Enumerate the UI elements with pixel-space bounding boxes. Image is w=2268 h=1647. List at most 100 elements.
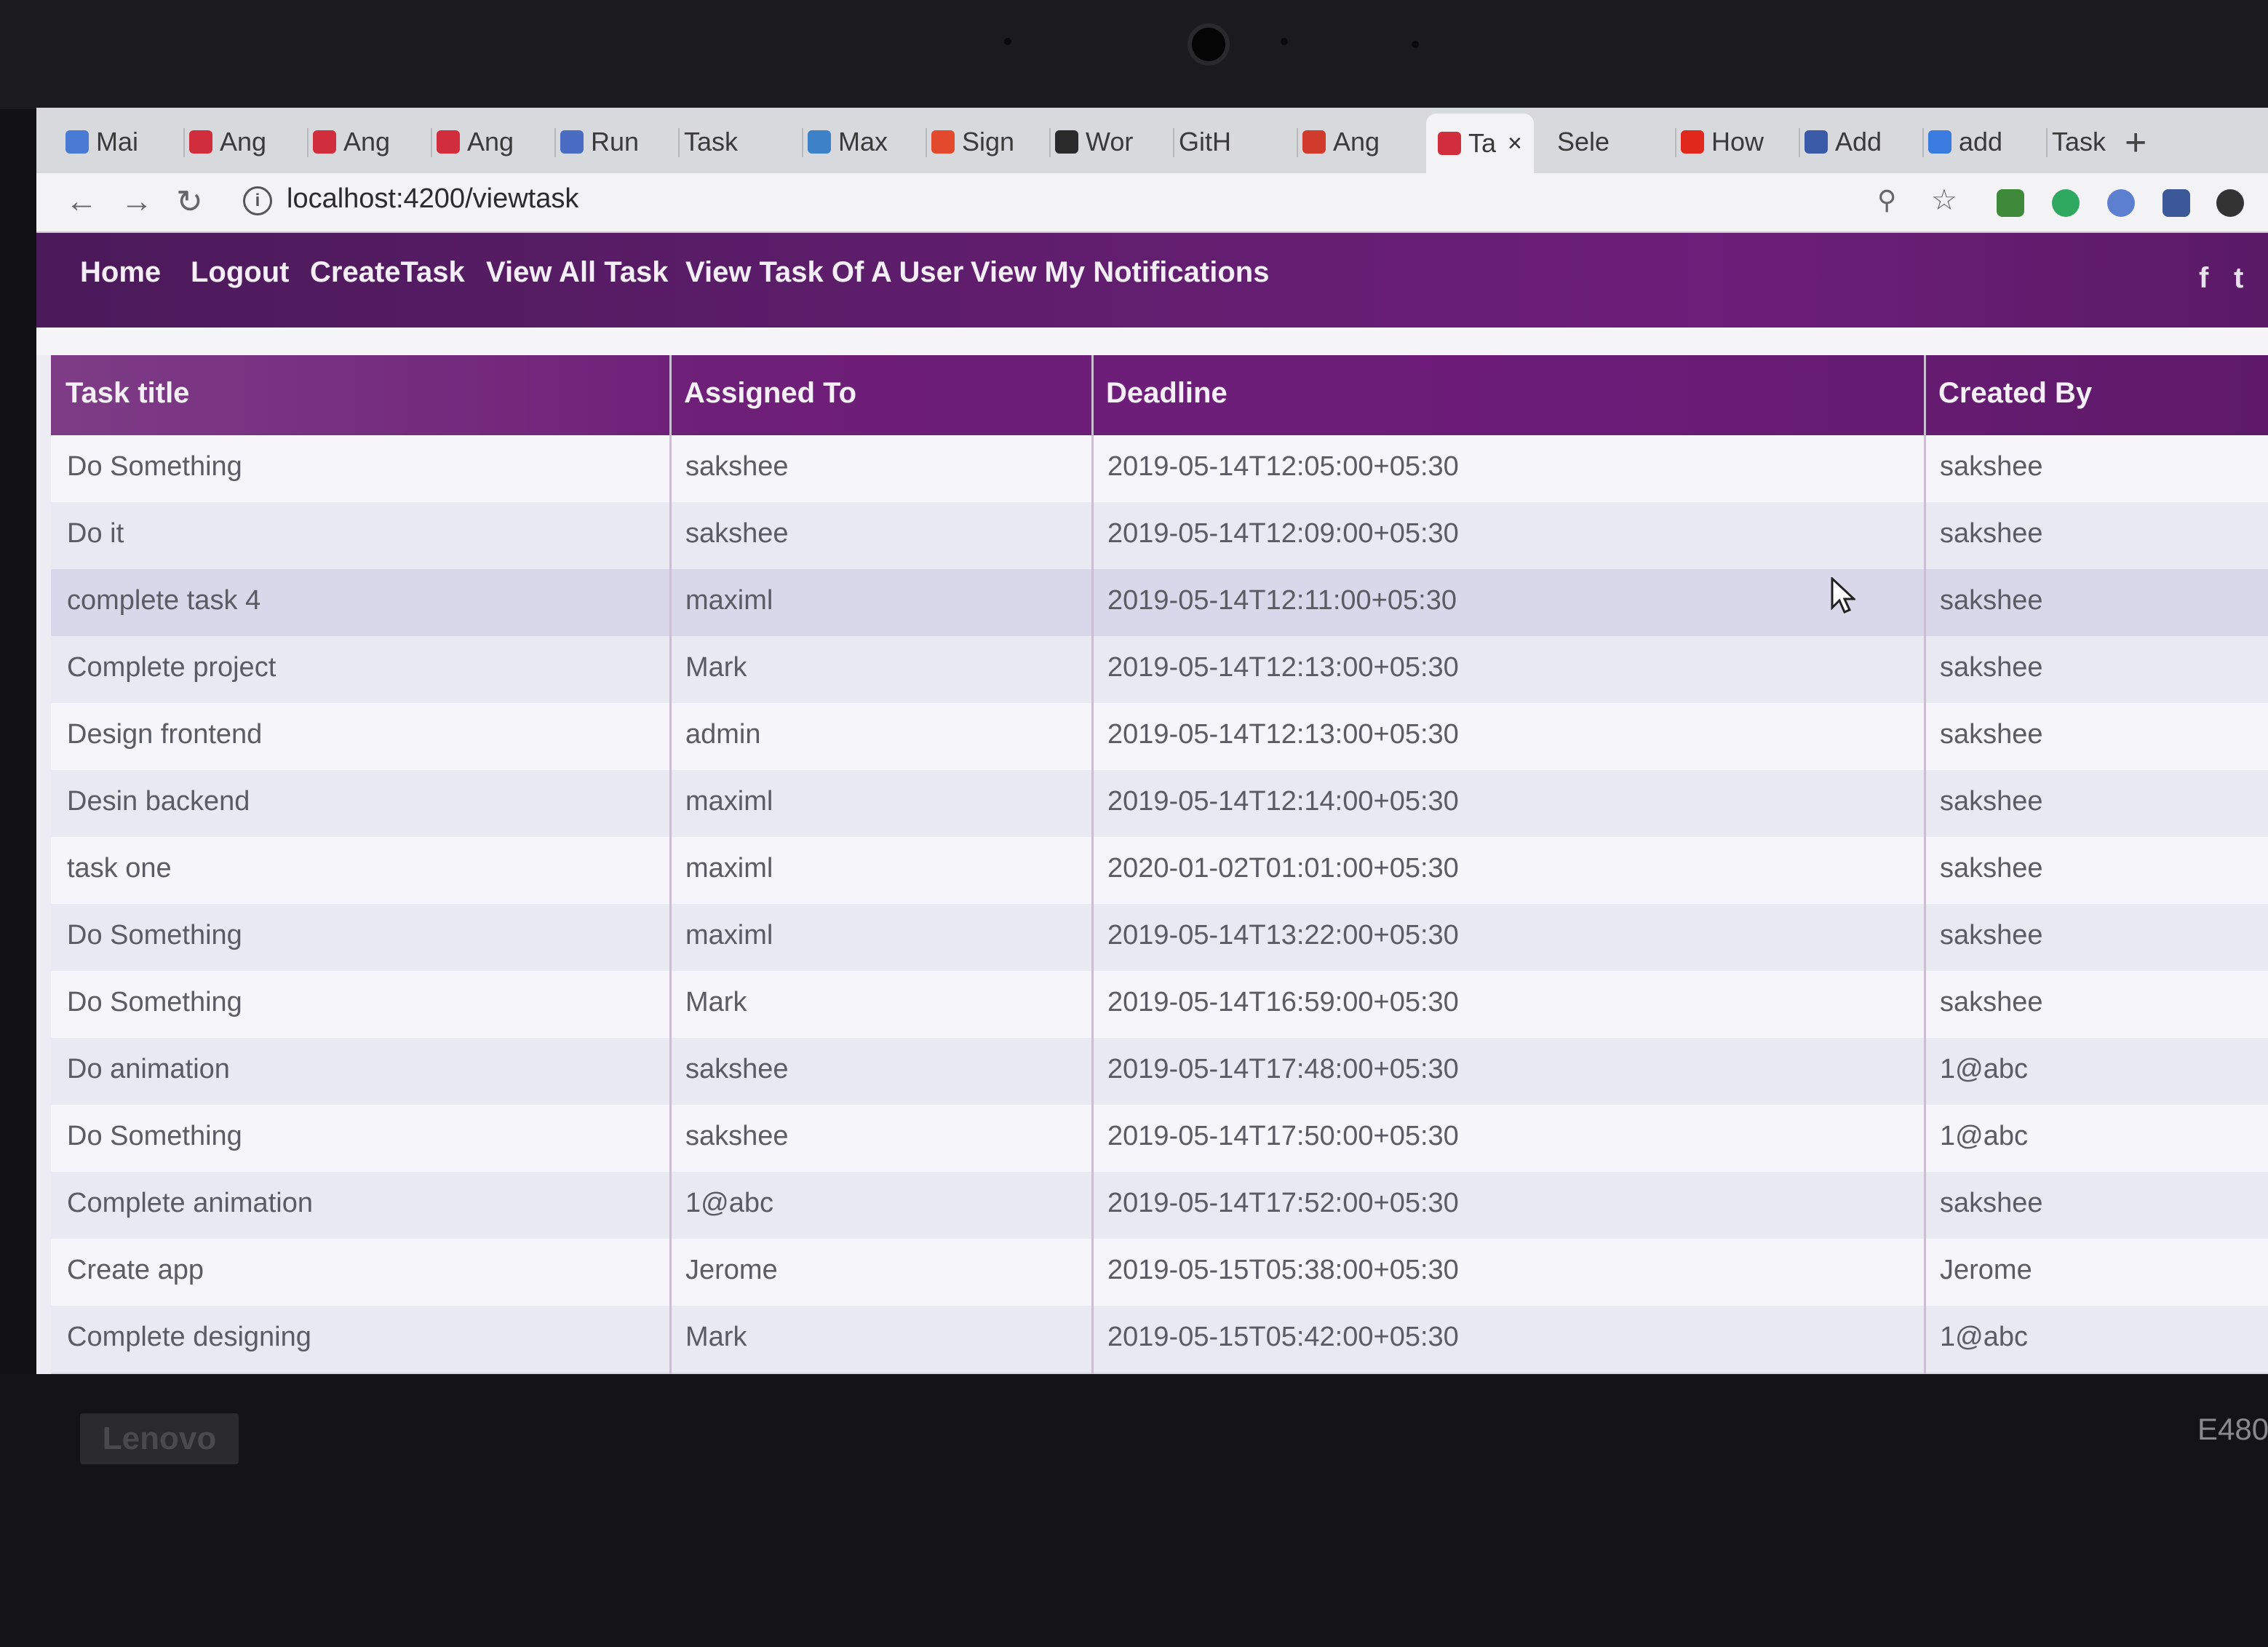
- cell-assigned-to: Mark: [685, 987, 747, 1017]
- cell-created-by: Jerome: [1940, 1255, 2032, 1285]
- twitter-icon[interactable]: t: [2234, 262, 2243, 295]
- browser-tab[interactable]: Task: [684, 116, 738, 167]
- new-tab-button[interactable]: +: [2125, 121, 2146, 164]
- cell-assigned-to: sakshee: [685, 1054, 789, 1084]
- table-row[interactable]: Do animation sakshee 2019-05-14T17:48:00+0…: [51, 1038, 2268, 1106]
- nav-view-task-of-user[interactable]: View Task Of A User: [685, 256, 963, 289]
- close-tab-icon[interactable]: ×: [1508, 130, 1522, 158]
- header-assigned-to: Assigned To: [684, 377, 857, 409]
- table-header: Task title Assigned To Deadline Created …: [51, 355, 2268, 435]
- nav-view-my-notifications[interactable]: View My Notifications: [971, 256, 1269, 289]
- nav-view-all-task[interactable]: View All Task: [486, 256, 669, 289]
- cell-assigned-to: Jerome: [685, 1255, 778, 1285]
- browser-tab[interactable]: Max: [808, 116, 888, 167]
- browser-tab[interactable]: Ang: [313, 116, 390, 167]
- grammarly-icon[interactable]: [2052, 189, 2080, 217]
- cell-task-title: Do Something: [67, 987, 242, 1017]
- url-field[interactable]: localhost:4200/viewtask: [287, 183, 578, 215]
- cell-created-by: 1@abc: [1940, 1054, 2028, 1084]
- key-icon[interactable]: ⚲: [1877, 185, 1896, 215]
- laptop-bezel-bottom: [0, 1374, 2268, 1647]
- browser-tab[interactable]: Ang: [1302, 116, 1380, 167]
- column-divider: [1091, 355, 1094, 1374]
- cell-assigned-to: maximl: [685, 786, 773, 817]
- column-divider: [669, 355, 672, 1374]
- facebook-extension-icon[interactable]: [2162, 189, 2190, 217]
- forward-icon[interactable]: →: [121, 183, 153, 220]
- bezel-sensor: [1004, 38, 1011, 45]
- browser-tab[interactable]: Ta ×: [1426, 114, 1534, 173]
- gitlab-icon: [931, 130, 955, 154]
- back-icon[interactable]: ←: [65, 183, 98, 220]
- cell-assigned-to: maximl: [685, 920, 773, 951]
- cell-created-by: 1@abc: [1940, 1322, 2028, 1352]
- browser-tab[interactable]: Mai: [65, 116, 138, 167]
- angular-icon: [1438, 132, 1461, 155]
- cell-task-title: Design frontend: [67, 719, 263, 750]
- table-row[interactable]: Complete designing Mark 2019-05-15T05:42:0…: [51, 1306, 2268, 1374]
- table-row[interactable]: Do Something sakshee 2019-05-14T12:05:00+0…: [51, 435, 2268, 504]
- browser-tab[interactable]: Sele: [1557, 116, 1610, 167]
- cell-assigned-to: admin: [685, 719, 761, 750]
- mouse-cursor-icon: [1831, 577, 1855, 614]
- tab-separator: [1799, 128, 1800, 157]
- cell-assigned-to: sakshee: [685, 1121, 789, 1151]
- browser-tab[interactable]: Ang: [437, 116, 514, 167]
- facebook-icon[interactable]: f: [2199, 262, 2208, 295]
- nav-logout[interactable]: Logout: [191, 256, 290, 289]
- bookmark-star-icon[interactable]: ☆: [1931, 183, 1957, 217]
- cell-deadline: 2019-05-14T12:05:00+05:30: [1107, 451, 1459, 482]
- extension-icon[interactable]: [1997, 189, 2024, 217]
- table-row[interactable]: Do Something maximl 2019-05-14T13:22:00+05…: [51, 904, 2268, 972]
- table-row[interactable]: Design frontend admin 2019-05-14T12:13:00+…: [51, 703, 2268, 771]
- site-info-icon[interactable]: i: [243, 186, 272, 215]
- cell-created-by: sakshee: [1940, 518, 2043, 549]
- reload-icon[interactable]: ↻: [176, 183, 203, 221]
- cell-created-by: sakshee: [1940, 853, 2043, 884]
- cell-task-title: Complete project: [67, 652, 276, 683]
- tab-separator: [1297, 128, 1298, 157]
- table-row[interactable]: Complete project Mark 2019-05-14T12:13:00+…: [51, 636, 2268, 705]
- browser-tab[interactable]: Run: [560, 116, 639, 167]
- table-row[interactable]: task one maximl 2020-01-02T01:01:00+05:30 s…: [51, 837, 2268, 905]
- cell-deadline: 2019-05-14T12:14:00+05:30: [1107, 786, 1459, 817]
- tab-label: GitH: [1179, 127, 1231, 156]
- table-row[interactable]: Desin backend maximl 2019-05-14T12:14:00+0…: [51, 770, 2268, 838]
- tab-label: How: [1711, 127, 1764, 156]
- table-row[interactable]: Complete animation 1@abc 2019-05-14T17:52:…: [51, 1172, 2268, 1240]
- table-row[interactable]: Do it sakshee 2019-05-14T12:09:00+05:30 sak…: [51, 502, 2268, 571]
- browser-tab[interactable]: Sign: [931, 116, 1014, 167]
- wordpress-icon: [1055, 130, 1078, 154]
- tab-separator: [926, 128, 927, 157]
- browser-tab[interactable]: Ang: [189, 116, 266, 167]
- youtube-icon: [1681, 130, 1704, 154]
- browser-tab[interactable]: Add: [1805, 116, 1882, 167]
- browser-tab[interactable]: Task: [2052, 116, 2106, 167]
- browser-tab[interactable]: GitH: [1179, 116, 1231, 167]
- browser-tab-strip: Mai Ang Ang Ang Run Task Max Sign Wor GitH Ang Ta × S…: [36, 108, 2268, 173]
- cell-deadline: 2019-05-14T12:13:00+05:30: [1107, 719, 1459, 750]
- tab-label: Max: [838, 127, 888, 156]
- angular-icon: [313, 130, 336, 154]
- table-row[interactable]: Create app Jerome 2019-05-15T05:38:00+05:3…: [51, 1239, 2268, 1307]
- browser-tab[interactable]: add: [1928, 116, 2002, 167]
- tab-label: Mai: [96, 127, 139, 156]
- table-row[interactable]: Do Something sakshee 2019-05-14T17:50:00+0…: [51, 1105, 2268, 1173]
- extension-icon: [1805, 130, 1828, 154]
- browser-tab[interactable]: Wor: [1055, 116, 1133, 167]
- tab-separator: [1922, 128, 1924, 157]
- browser-tab[interactable]: How: [1681, 116, 1764, 167]
- tab-label: Ang: [220, 127, 267, 156]
- table-row[interactable]: Do Something Mark 2019-05-14T16:59:00+05:3…: [51, 971, 2268, 1039]
- cell-created-by: sakshee: [1940, 920, 2043, 951]
- table-row[interactable]: complete task 4 maximl 2019-05-14T12:11:00…: [51, 569, 2268, 638]
- tab-label: Ta: [1468, 128, 1497, 158]
- profile-avatar[interactable]: [2216, 189, 2244, 217]
- cell-deadline: 2019-05-15T05:38:00+05:30: [1107, 1255, 1459, 1285]
- nav-home[interactable]: Home: [80, 256, 161, 289]
- extension-icon[interactable]: [2107, 189, 2135, 217]
- cell-deadline: 2019-05-14T12:11:00+05:30: [1107, 585, 1457, 616]
- cell-task-title: Desin backend: [67, 786, 250, 817]
- nav-create-task[interactable]: CreateTask: [310, 256, 465, 289]
- cell-deadline: 2019-05-14T12:13:00+05:30: [1107, 652, 1459, 683]
